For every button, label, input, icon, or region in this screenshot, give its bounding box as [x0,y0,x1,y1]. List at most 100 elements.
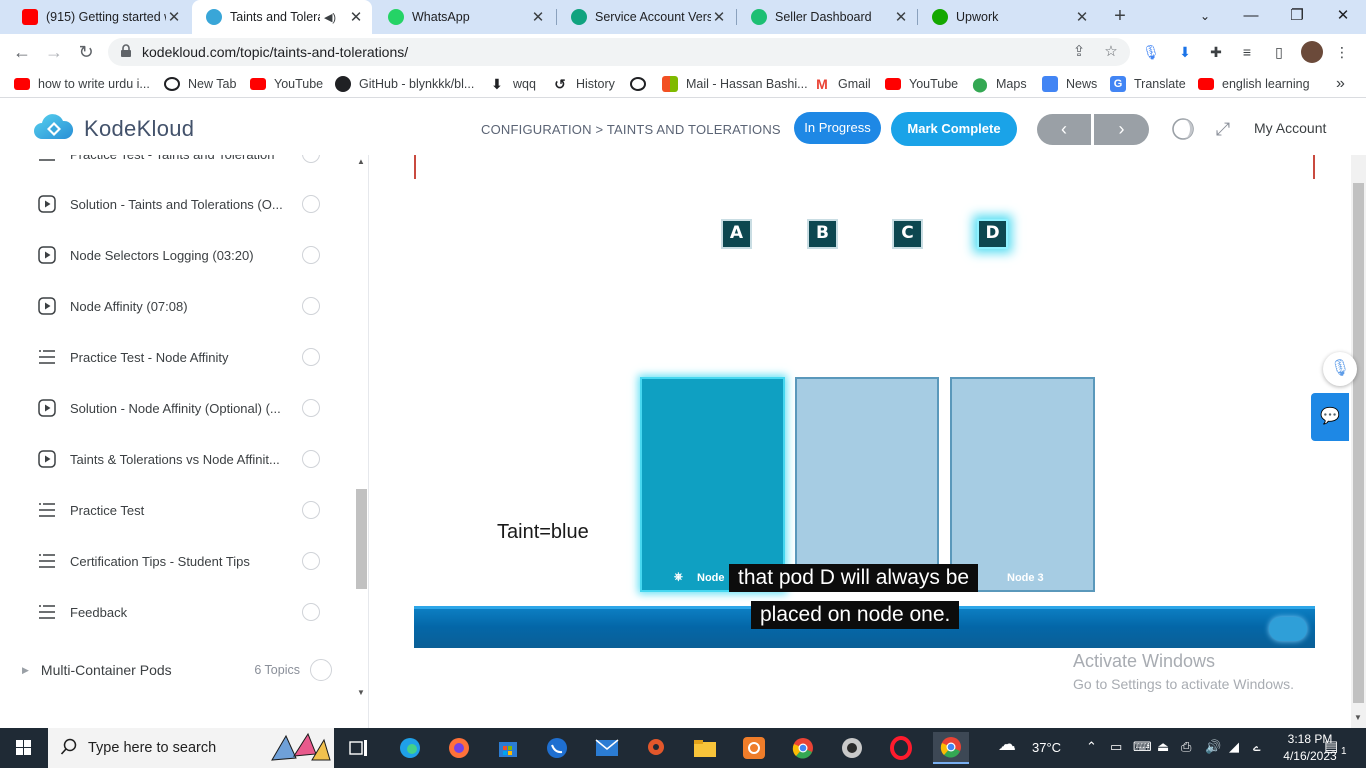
sidebar-lesson-item[interactable]: Solution - Taints and Tolerations (O... [38,193,328,215]
settings-gear-app-icon[interactable] [738,732,770,764]
scroll-down-arrow-icon[interactable]: ▼ [1354,713,1362,722]
share-icon[interactable]: ⇪ [1070,43,1088,61]
tab-search-button[interactable]: ⌄ [1182,0,1228,34]
task-view-icon[interactable] [343,732,375,764]
close-icon[interactable]: ✕ [348,8,364,26]
language-icon[interactable]: ے [1253,739,1261,755]
edge-browser-icon[interactable] [394,732,426,764]
page-scroll-thumb[interactable] [1353,183,1364,703]
tab-upwork[interactable]: Upwork ✕ [918,0,1098,34]
sidebar-lesson-item[interactable]: Node Selectors Logging (03:20) [38,244,328,266]
profile-avatar[interactable] [1301,41,1323,63]
close-icon[interactable]: ✕ [1074,8,1090,26]
tab-whatsapp[interactable]: WhatsApp ✕ [374,0,554,34]
sidebar-lesson-item[interactable]: Feedback [38,601,328,623]
camera-app-icon[interactable] [836,732,868,764]
bookmark-item[interactable]: ↺ History [552,75,615,93]
chrome-active-window-icon[interactable] [933,732,969,764]
file-explorer-icon[interactable] [689,732,721,764]
bookmark-item[interactable]: News [1042,75,1097,93]
bookmark-star-icon[interactable]: ☆ [1102,43,1120,61]
extensions-puzzle-icon[interactable]: ✚ [1207,43,1225,61]
download-extension-icon[interactable]: ⬇ [1176,43,1194,61]
sidebar-lesson-item[interactable]: Practice Test [38,499,328,521]
lesson-completion-circle[interactable] [302,501,320,519]
sidebar-lesson-item[interactable]: Certification Tips - Student Tips [38,550,328,572]
close-icon[interactable]: ✕ [530,8,546,26]
video-player[interactable]: A B C D ⎈ Node Node 3 Taint=blue that po… [414,155,1315,648]
close-icon[interactable]: ✕ [893,8,909,26]
tab-service-account[interactable]: Service Account Versio ✕ [557,0,735,34]
lesson-completion-circle[interactable] [302,195,320,213]
sidebar-lesson-item[interactable]: Solution - Node Affinity (Optional) (... [38,397,328,419]
windows-start-button[interactable] [0,728,48,768]
brand-name[interactable]: KodeKloud [84,116,194,142]
usb-icon[interactable]: ⏏ [1157,739,1169,755]
chat-bubble-icon[interactable]: 💬 [1311,393,1349,441]
dark-mode-toggle-icon[interactable] [1171,117,1195,141]
kodekloud-logo-icon[interactable] [34,113,74,145]
bookmark-item[interactable]: New Tab [164,75,236,93]
opera-icon[interactable] [885,732,917,764]
voice-input-microphone-icon[interactable]: 🎙 [1323,352,1357,386]
volume-icon[interactable]: 🔊 [1205,739,1221,755]
taskbar-search-box[interactable]: Type here to search [48,728,334,768]
bookmark-item[interactable]: M Gmail [814,75,871,93]
side-panel-icon[interactable]: ▯ [1270,43,1288,61]
sidebar-lesson-item[interactable]: Practice Test - Taints and Toleration [38,155,328,165]
mark-complete-button[interactable]: Mark Complete [891,112,1017,146]
lesson-completion-circle[interactable] [302,603,320,621]
scroll-up-arrow-icon[interactable]: ▲ [357,157,365,166]
close-icon[interactable]: ✕ [166,8,182,26]
page-scrollbar[interactable]: ▼ [1351,155,1366,728]
weather-icon[interactable]: ☁︎ [998,734,1016,755]
forward-button[interactable]: → [42,40,66,64]
tab-taints-and-tolerations[interactable]: Taints and Tolerati ◀︎) ✕ [192,0,372,34]
close-window-button[interactable]: ✕ [1320,0,1366,34]
bookmark-item[interactable]: how to write urdu i... [14,75,150,93]
bookmark-item[interactable]: GitHub - blynkkk/bl... [335,75,474,93]
notification-center-icon[interactable]: ▤ [1324,737,1338,755]
my-account-link[interactable]: My Account [1254,120,1326,136]
breadcrumb[interactable]: CONFIGURATION > TAINTS AND TOLERATIONS [481,122,781,137]
snail-app-icon[interactable] [640,732,672,764]
sidebar-scrollbar[interactable]: ▲ ▼ [355,155,368,728]
network-icon[interactable]: ⌨ [1133,739,1152,755]
new-tab-button[interactable]: + [1108,4,1132,28]
minimize-button[interactable]: — [1228,0,1274,34]
more-menu-icon[interactable]: ⋮ [1333,43,1351,61]
firefox-icon[interactable] [443,732,475,764]
bookmark-item[interactable]: ⬇ wqq [489,75,536,93]
bookmarks-overflow-button[interactable]: » [1336,75,1345,93]
lesson-completion-circle[interactable] [302,297,320,315]
lesson-completion-circle[interactable] [302,399,320,417]
sidebar-lesson-item[interactable]: Taints & Tolerations vs Node Affinit... [38,448,328,470]
bookmark-item[interactable]: Mail - Hassan Bashi... [662,75,808,93]
media-control-icon[interactable]: ≡ [1238,43,1256,61]
bookmark-item[interactable]: YouTube [250,75,323,93]
lesson-completion-circle[interactable] [302,450,320,468]
camera-tray-icon[interactable]: ⎙ [1181,739,1191,755]
previous-lesson-button[interactable]: ‹ [1037,114,1091,145]
sidebar-scroll-thumb[interactable] [356,489,367,589]
bookmark-item[interactable] [630,75,654,93]
microphone-extension-icon[interactable]: 🎙 [1142,43,1160,61]
section-multi-container-pods[interactable]: ▶ Multi-Container Pods 6 Topics [22,659,332,681]
lesson-completion-circle[interactable] [302,348,320,366]
weather-temperature[interactable]: 37°C [1032,740,1061,755]
in-progress-button[interactable]: In Progress [794,112,881,144]
speaker-icon[interactable]: ◀︎) [320,11,340,24]
sidebar-lesson-item[interactable]: Practice Test - Node Affinity [38,346,328,368]
scroll-down-arrow-icon[interactable]: ▼ [357,688,365,697]
reload-button[interactable]: ↻ [74,40,98,64]
lesson-completion-circle[interactable] [302,552,320,570]
next-lesson-button[interactable]: › [1094,114,1149,145]
battery-icon[interactable]: ▭ [1110,739,1122,755]
sidebar-lesson-item[interactable]: Node Affinity (07:08) [38,295,328,317]
lesson-completion-circle[interactable] [302,246,320,264]
back-button[interactable]: ← [10,40,34,64]
fullscreen-icon[interactable]: ⤢ [1211,117,1235,141]
tab-youtube[interactable]: (915) Getting started w ✕ [8,0,190,34]
mail-icon[interactable] [591,732,623,764]
bookmark-item[interactable]: english learning [1198,75,1310,93]
